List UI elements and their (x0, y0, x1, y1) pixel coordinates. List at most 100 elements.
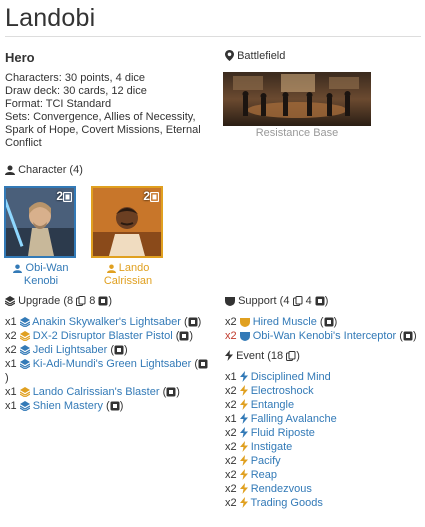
die-icon (198, 359, 208, 369)
layers-icon (19, 345, 30, 356)
obi-wan-badge: 2 (56, 189, 73, 203)
map-marker-icon (225, 50, 234, 61)
support-item: x2 Obi-Wan Kenobi's Interceptor () (225, 329, 417, 343)
die-badge: () (159, 386, 180, 398)
upgrade-card-link[interactable]: Jedi Lightsaber (33, 344, 108, 356)
character-label: Character (18, 164, 67, 176)
battlefield-image[interactable] (223, 72, 371, 126)
die-icon (98, 296, 108, 306)
support-card-link[interactable]: Obi-Wan Kenobi's Interceptor (253, 330, 397, 342)
event-card-link[interactable]: Pacify (251, 455, 281, 467)
lightning-icon (239, 427, 248, 438)
character-card-lando[interactable]: 2 (91, 186, 163, 258)
layers-icon (19, 359, 30, 370)
die-icon (149, 191, 160, 203)
event-label: Event (236, 350, 265, 362)
die-icon (62, 191, 73, 203)
support-item: x2 Hired Muscle () (225, 315, 417, 329)
die-icon (166, 387, 176, 397)
lightning-icon (239, 455, 248, 466)
die-icon (179, 331, 189, 341)
die-badge: () (172, 330, 194, 342)
event-count: (18 (267, 350, 284, 362)
upgrade-card-link[interactable]: Shien Mastery (33, 400, 103, 412)
lightning-icon (239, 441, 248, 452)
support-qty: x2 (225, 316, 237, 328)
lightning-icon (239, 371, 248, 382)
lightning-icon (239, 483, 248, 494)
upgrade-heading: Upgrade (8 8 ) (4, 295, 112, 307)
user-icon (13, 264, 23, 273)
event-item: x2 Reap (225, 468, 337, 482)
layers-icon (19, 331, 30, 342)
battlefield-art (223, 72, 371, 126)
deck-meta: Characters: 30 points, 4 dice Draw deck:… (5, 72, 215, 150)
meta-sets-3: Conflict (5, 137, 42, 149)
event-list: x1 Disciplined Mind x2 Electroshock x2 Ent… (225, 370, 337, 510)
upgrade-item: x1 Lando Calrissian's Blaster () (5, 385, 210, 399)
upgrade-item: x1 Anakin Skywalker's Lightsaber () (5, 315, 210, 329)
shield-icon (239, 332, 250, 341)
lightning-icon (239, 497, 248, 508)
character-count: (4) (69, 164, 83, 176)
event-qty: x2 (225, 483, 237, 495)
upgrade-item: x1 Shien Mastery () (5, 399, 210, 413)
shield-icon (225, 297, 235, 306)
event-card-link[interactable]: Instigate (251, 441, 293, 453)
event-item: x1 Falling Avalanche (225, 412, 337, 426)
event-item: x2 Electroshock (225, 384, 337, 398)
event-qty: x2 (225, 385, 237, 397)
event-qty: x2 (225, 455, 237, 467)
deck-page: Landobi Hero Characters: 30 points, 4 di… (0, 0, 425, 527)
upgrade-card-link[interactable]: Lando Calrissian's Blaster (33, 386, 160, 398)
support-card-link[interactable]: Hired Muscle (253, 316, 317, 328)
cards-icon (76, 296, 86, 306)
lightning-icon (239, 399, 248, 410)
event-card-link[interactable]: Reap (251, 469, 277, 481)
event-qty: x2 (225, 497, 237, 509)
deck-title: Landobi (5, 4, 96, 32)
event-qty: x2 (225, 399, 237, 411)
upgrade-card-link[interactable]: Anakin Skywalker's Lightsaber (32, 316, 181, 328)
meta-draw-deck: Draw deck: 30 cards, 12 dice (5, 85, 147, 97)
character-name-obi-wan[interactable]: Obi-Wan Kenobi (4, 262, 78, 288)
character-name-lando[interactable]: Lando Calrissian (91, 262, 165, 288)
event-card-link[interactable]: Entangle (251, 399, 294, 411)
event-qty: x2 (225, 469, 237, 481)
upgrade-card-link[interactable]: Ki-Adi-Mundi's Green Lightsaber (33, 358, 192, 370)
upgrade-qty: x1 (5, 358, 17, 370)
upgrade-item: x2 Jedi Lightsaber () (5, 343, 210, 357)
die-badge: () (316, 316, 338, 328)
event-heading: Event (18 ) (225, 350, 300, 362)
event-card-link[interactable]: Trading Goods (250, 497, 322, 509)
die-icon (315, 296, 325, 306)
upgrade-item: x2 DX-2 Disruptor Blaster Pistol () (5, 329, 210, 343)
event-item: x2 Trading Goods (225, 496, 337, 510)
battlefield-heading: Battlefield (225, 50, 285, 62)
event-card-link[interactable]: Falling Avalanche (251, 413, 337, 425)
event-card-link[interactable]: Electroshock (251, 385, 314, 397)
upgrade-dice-count: 8 (89, 295, 96, 307)
battlefield-label: Battlefield (237, 50, 286, 62)
upgrade-card-link[interactable]: DX-2 Disruptor Blaster Pistol (33, 330, 173, 342)
character-card-obi-wan[interactable]: 2 (4, 186, 76, 258)
event-card-link[interactable]: Rendezvous (251, 483, 312, 495)
layers-icon (19, 317, 30, 328)
user-icon (106, 264, 116, 273)
event-item: x2 Entangle (225, 398, 337, 412)
event-qty: x2 (225, 427, 237, 439)
lightning-icon (239, 469, 248, 480)
event-card-link[interactable]: Fluid Riposte (251, 427, 315, 439)
support-dice-count: 4 (305, 295, 312, 307)
die-icon (188, 317, 198, 327)
event-item: x2 Instigate (225, 440, 337, 454)
meta-sets-2: Spark of Hope, Covert Missions, Eternal (5, 124, 201, 136)
meta-sets-1: Sets: Convergence, Allies of Necessity, (5, 111, 196, 123)
upgrade-qty: x2 (5, 330, 17, 342)
support-heading: Support (4 4 ) (225, 295, 328, 307)
lightning-icon (239, 413, 248, 424)
event-card-link[interactable]: Disciplined Mind (251, 371, 331, 383)
die-badge: () (103, 400, 124, 412)
meta-characters: Characters: 30 points, 4 dice (5, 72, 146, 84)
affiliation-heading: Hero (5, 50, 35, 65)
